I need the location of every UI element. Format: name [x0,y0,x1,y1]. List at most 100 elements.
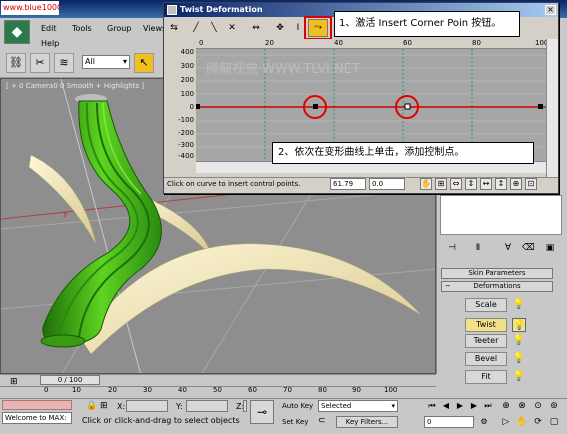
show-end-result-icon[interactable]: Ⅱ [472,242,484,254]
zoom-icon[interactable]: ⊕ [510,178,522,190]
track-view-icon[interactable]: ⊞ [10,377,18,387]
swap-curves-icon[interactable]: ↭ [248,20,264,36]
scale-bulb-icon[interactable]: 💡 [512,298,526,312]
zoom-region-icon[interactable]: ⊡ [525,178,537,190]
bevel-bulb-icon[interactable]: 💡 [512,352,526,366]
zoom-extents-all-icon[interactable]: ⊚ [548,400,560,412]
default-tangents-icon[interactable]: ⊂ [318,416,326,426]
frame-indicator[interactable]: 0 / 100 [40,375,100,385]
dialog-app-icon [167,5,177,15]
select-object-icon[interactable]: ↖ [134,53,154,73]
point-y-field[interactable]: 0.0 [369,178,405,190]
zoom-all-icon[interactable]: ⊗ [516,400,528,412]
go-to-end-icon[interactable]: ⏭ [482,400,494,412]
transform-mode-icon[interactable]: ⊞ [100,401,108,411]
make-unique-icon[interactable]: ∀ [502,242,514,254]
time-config-icon[interactable]: ⚙ [478,416,490,428]
teeter-button[interactable]: Teeter [465,334,507,348]
deformations-rollout[interactable]: − Deformations [441,281,553,292]
site-watermark: www.blue1000.com [1,1,59,15]
set-key-button[interactable]: Set Key [282,416,316,428]
move-control-point-icon[interactable]: ✥ [272,20,288,36]
y-axis-tick: 0 [189,103,194,111]
vertical-scrollbar[interactable] [546,39,558,177]
play-icon[interactable]: ▶ [454,400,466,412]
y-label: Y: [176,402,183,411]
y-coordinate-field[interactable] [186,400,228,412]
maxscript-mini-listener[interactable]: Welcome to MAX: [2,412,72,424]
go-to-start-icon[interactable]: ⏮ [426,400,438,412]
bind-space-warp-icon[interactable]: ≋ [54,53,74,73]
track-tick: 100 [384,386,398,394]
fit-button[interactable]: Fit [465,370,507,384]
zoom-icon[interactable]: ⊕ [500,400,512,412]
menu-help[interactable]: Help [41,39,59,48]
y-axis-tick: 100 [180,90,194,98]
track-tick: 0 [44,386,49,394]
modifier-list-box[interactable] [440,195,562,235]
menu-group[interactable]: Group [107,24,131,33]
link-icon[interactable]: ⛓ [6,53,26,73]
track-tick: 70 [283,386,292,394]
teeter-bulb-icon[interactable]: 💡 [512,334,526,348]
menu-tools[interactable]: Tools [72,24,92,33]
x-coordinate-field[interactable] [126,400,168,412]
chevron-down-icon: ▾ [122,57,127,66]
field-of-view-icon[interactable]: ▷ [500,416,512,428]
orbit-icon[interactable]: ⟳ [532,416,544,428]
viewport-label[interactable]: [ + 0 Camera0 0 Smooth + Highlights ] [6,82,144,90]
point-x-field[interactable]: 61.79 [330,178,366,190]
twist-bulb-icon[interactable]: 💡 [512,318,526,332]
menu-edit[interactable]: Edit [41,24,57,33]
fit-bulb-icon[interactable]: 💡 [512,370,526,384]
previous-frame-icon[interactable]: ◀ [440,400,452,412]
z-coordinate-field[interactable] [243,400,247,412]
y-axis-tick: -100 [178,116,194,124]
key-icon[interactable]: ⊸ [250,400,274,424]
display-y-axis-icon[interactable]: ╲ [206,20,222,36]
ruler-tick: 20 [265,39,274,47]
insert-corner-point-button[interactable]: ⤳ [308,19,328,37]
y-axis-tick: -300 [178,141,194,149]
key-filters-button[interactable]: Key Filters... [336,416,398,428]
track-tick: 60 [248,386,257,394]
zoom-vertical-extents-icon[interactable]: ⇕ [465,178,477,190]
lock-selection-icon[interactable]: 🔒 [86,401,97,411]
make-symmetrical-icon[interactable]: ⇆ [166,20,182,36]
track-tick: 80 [318,386,327,394]
maximize-viewport-icon[interactable]: ▢ [548,416,560,428]
scale-button[interactable]: Scale [465,298,507,312]
zoom-vertically-icon[interactable]: ↕ [495,178,507,190]
configure-sets-icon[interactable]: ▣ [544,242,556,254]
zoom-extents-icon[interactable]: ⊙ [532,400,544,412]
unlink-icon[interactable]: ✂ [30,53,50,73]
bevel-button[interactable]: Bevel [465,352,507,366]
selection-filter-dropdown[interactable]: All ▾ [82,55,130,69]
skin-parameters-rollout[interactable]: Skin Parameters [441,268,553,279]
display-xy-axes-icon[interactable]: ✕ [224,20,240,36]
remove-modifier-icon[interactable]: ⌫ [522,242,535,254]
x-label: X: [117,402,126,411]
current-frame-field[interactable]: 0 [424,416,474,428]
pan-icon[interactable]: ✋ [420,178,432,190]
track-tick: 40 [178,386,187,394]
y-axis-tick: 300 [180,62,194,70]
next-frame-icon[interactable]: ▶ [468,400,480,412]
y-axis-tick: -400 [178,152,194,160]
y-axis-tick: -200 [178,129,194,137]
zoom-horizontally-icon[interactable]: ↔ [480,178,492,190]
track-tick: 50 [213,386,222,394]
track-tick: 20 [108,386,117,394]
zoom-horizontal-extents-icon[interactable]: ⇔ [450,178,462,190]
auto-key-button[interactable]: Auto Key [282,400,316,412]
pin-stack-icon[interactable]: ⊣ [446,242,458,254]
zoom-extents-icon[interactable]: ⊞ [435,178,447,190]
pan-icon[interactable]: ✋ [516,416,528,428]
key-set-dropdown[interactable]: Selected ▾ [318,400,398,412]
display-x-axis-icon[interactable]: ╱ [188,20,204,36]
twist-button[interactable]: Twist [465,318,507,332]
key-set-value: Selected [321,402,352,410]
maxscript-listener-bar[interactable] [2,400,72,410]
ruler-tick: 60 [403,39,412,47]
close-icon[interactable]: × [545,5,556,15]
